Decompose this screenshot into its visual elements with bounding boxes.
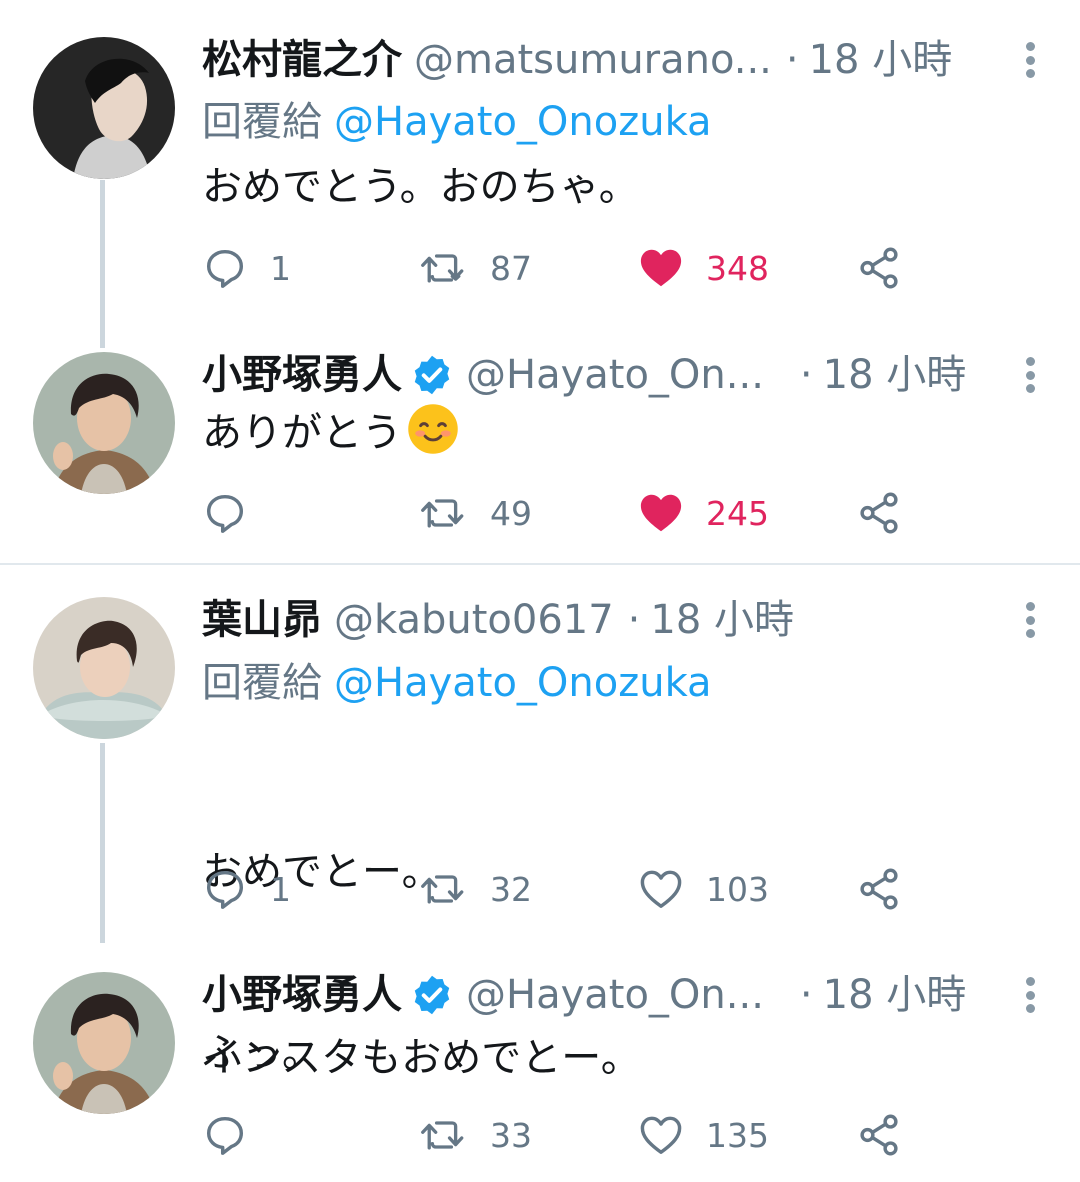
share-button[interactable] xyxy=(856,488,902,538)
retweet-button[interactable]: 87 xyxy=(420,243,532,293)
reply-icon xyxy=(206,870,244,909)
reply-mention-link[interactable]: @Hayato_Onozuka xyxy=(334,99,712,145)
separator-dot: · xyxy=(627,597,641,643)
share-icon xyxy=(860,492,898,534)
retweet-count: 87 xyxy=(490,248,532,288)
reply-prefix: 回覆給 xyxy=(202,99,322,145)
separator-dot: · xyxy=(785,37,799,83)
retweet-button[interactable]: 49 xyxy=(420,488,532,538)
like-count: 245 xyxy=(706,493,769,533)
more-vertical-icon[interactable] xyxy=(1024,42,1036,78)
action-bar: 1 32 103 xyxy=(202,864,942,914)
display-name[interactable]: 松村龍之介 xyxy=(202,35,402,85)
more-vertical-icon[interactable] xyxy=(1024,602,1036,638)
more-vertical-icon[interactable] xyxy=(1024,357,1036,393)
timestamp[interactable]: 18 小時 xyxy=(650,595,794,645)
like-count: 103 xyxy=(706,869,769,909)
tweet-onozuka-reply-1[interactable]: 小野塚勇人 @Hayato_On... · 18 小時 ありがとう 49 245 xyxy=(0,340,1080,560)
separator-dot: · xyxy=(799,352,813,398)
avatar[interactable] xyxy=(33,972,175,1114)
avatar[interactable] xyxy=(33,37,175,179)
tweet-hayama[interactable]: 葉山昴 @kabuto0617 · 18 小時 回覆給 @Hayato_Onozu… xyxy=(0,570,1080,1081)
reply-icon xyxy=(206,249,244,288)
like-button[interactable]: 103 xyxy=(638,864,769,914)
user-handle[interactable]: @Hayato_On... xyxy=(466,350,764,400)
avatar[interactable] xyxy=(33,352,175,494)
share-icon xyxy=(860,247,898,289)
thread-connector xyxy=(100,180,105,348)
reply-button[interactable]: 1 xyxy=(202,243,291,293)
retweet-count: 49 xyxy=(490,493,532,533)
separator-dot: · xyxy=(799,972,813,1018)
share-icon xyxy=(860,1114,898,1156)
reply-button[interactable] xyxy=(202,1110,270,1160)
action-bar: 33 135 xyxy=(202,1110,942,1160)
reply-mention-link[interactable]: @Hayato_Onozuka xyxy=(334,660,712,706)
display-name[interactable]: 小野塚勇人 xyxy=(202,970,402,1020)
like-count: 135 xyxy=(706,1115,769,1155)
heart-icon xyxy=(640,249,682,287)
tweet-onozuka-reply-2[interactable]: 小野塚勇人 @Hayato_On... · 18 小時 ふっ。 33 135 xyxy=(0,960,1080,1182)
tweet-header: 小野塚勇人 @Hayato_On... · 18 小時 xyxy=(202,970,1050,1020)
retweet-count: 33 xyxy=(490,1115,532,1155)
reply-prefix: 回覆給 xyxy=(202,660,322,706)
share-button[interactable] xyxy=(856,243,902,293)
retweet-count: 32 xyxy=(490,869,532,909)
share-button[interactable] xyxy=(856,864,902,914)
retweet-icon xyxy=(421,254,464,283)
reply-count: 1 xyxy=(270,869,291,909)
tweet-text-content: ありがとう xyxy=(202,410,402,456)
user-handle[interactable]: @matsumurano... xyxy=(414,35,772,85)
action-bar: 1 87 348 xyxy=(202,243,942,293)
tweet-header: 葉山昴 @kabuto0617 · 18 小時 xyxy=(202,595,1050,645)
verified-badge-icon xyxy=(414,355,450,395)
verified-badge-icon xyxy=(414,975,450,1015)
timestamp[interactable]: 18 小時 xyxy=(809,35,953,85)
reply-count: 1 xyxy=(270,248,291,288)
action-bar: 49 245 xyxy=(202,488,942,538)
retweet-icon xyxy=(421,499,464,528)
more-vertical-icon[interactable] xyxy=(1024,977,1036,1013)
heart-icon xyxy=(640,1116,682,1154)
timestamp[interactable]: 18 小時 xyxy=(823,970,967,1020)
user-handle[interactable]: @kabuto0617 xyxy=(334,595,614,645)
retweet-icon xyxy=(421,1121,464,1150)
reply-icon xyxy=(206,494,244,533)
reply-button[interactable]: 1 xyxy=(202,864,291,914)
reply-button[interactable] xyxy=(202,488,270,538)
user-handle[interactable]: @Hayato_On... xyxy=(466,970,764,1020)
share-icon xyxy=(860,868,898,910)
like-button[interactable]: 135 xyxy=(638,1110,769,1160)
reply-context: 回覆給 @Hayato_Onozuka xyxy=(202,658,712,708)
timestamp[interactable]: 18 小時 xyxy=(823,350,967,400)
tweet-matsumura[interactable]: 松村龍之介 @matsumurano... · 18 小時 回覆給 @Hayato… xyxy=(0,0,1080,348)
like-button[interactable]: 348 xyxy=(638,243,769,293)
thread-connector xyxy=(100,743,105,943)
display-name[interactable]: 小野塚勇人 xyxy=(202,350,402,400)
like-count: 348 xyxy=(706,248,769,288)
tweet-text: おめでとう。おのちゃ。 xyxy=(202,164,639,210)
tweet-header: 小野塚勇人 @Hayato_On... · 18 小時 xyxy=(202,350,1050,400)
heart-icon xyxy=(640,870,682,908)
tweet-text: ふっ。 xyxy=(202,1030,322,1076)
reply-context: 回覆給 @Hayato_Onozuka xyxy=(202,97,712,147)
reply-icon xyxy=(206,1116,244,1155)
tweet-header: 松村龍之介 @matsumurano... · 18 小時 xyxy=(202,35,1050,85)
like-button[interactable]: 245 xyxy=(638,488,769,538)
retweet-icon xyxy=(421,875,464,904)
retweet-button[interactable]: 33 xyxy=(420,1110,532,1160)
avatar[interactable] xyxy=(33,597,175,739)
retweet-button[interactable]: 32 xyxy=(420,864,532,914)
share-button[interactable] xyxy=(856,1110,902,1160)
tweet-text: ありがとう xyxy=(202,402,460,464)
thread-divider xyxy=(0,563,1080,565)
smiling-face-emoji xyxy=(408,404,458,454)
display-name[interactable]: 葉山昴 xyxy=(202,595,322,645)
heart-icon xyxy=(640,494,682,532)
